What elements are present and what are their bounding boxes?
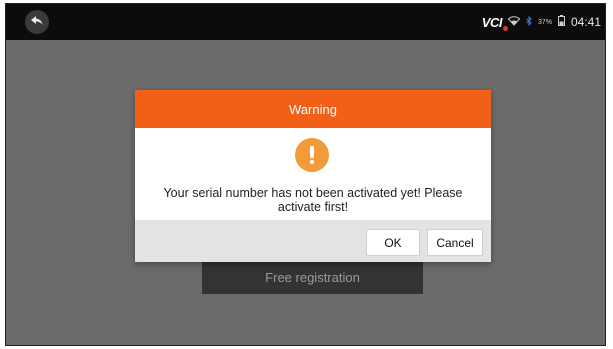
app-frame: VCI 37% 04:41 Free registration Warning …	[5, 3, 606, 346]
bluetooth-icon	[526, 15, 532, 29]
free-registration-button[interactable]: Free registration	[202, 260, 423, 294]
status-bar: VCI 37% 04:41	[6, 4, 605, 40]
cancel-button[interactable]: Cancel	[427, 229, 483, 256]
vci-label: VCI	[481, 14, 503, 30]
status-icons: VCI 37% 04:41	[482, 4, 601, 40]
clock: 04:41	[570, 15, 601, 29]
battery-percent: 37%	[537, 18, 552, 26]
wifi-icon	[507, 15, 521, 29]
back-arrow-icon	[31, 13, 43, 31]
back-button[interactable]	[25, 10, 49, 34]
dialog-header: Warning	[135, 90, 491, 128]
vci-status-dot	[502, 25, 508, 31]
warning-icon	[295, 138, 329, 172]
warning-dialog: Warning Your serial number has not been …	[135, 90, 491, 262]
dialog-message: Your serial number has not been activate…	[163, 186, 463, 214]
battery-icon	[557, 15, 565, 29]
vci-indicator: VCI	[481, 14, 508, 31]
ok-button[interactable]: OK	[366, 229, 420, 256]
dialog-footer: OK Cancel	[135, 220, 491, 262]
dialog-title: Warning	[289, 101, 337, 117]
